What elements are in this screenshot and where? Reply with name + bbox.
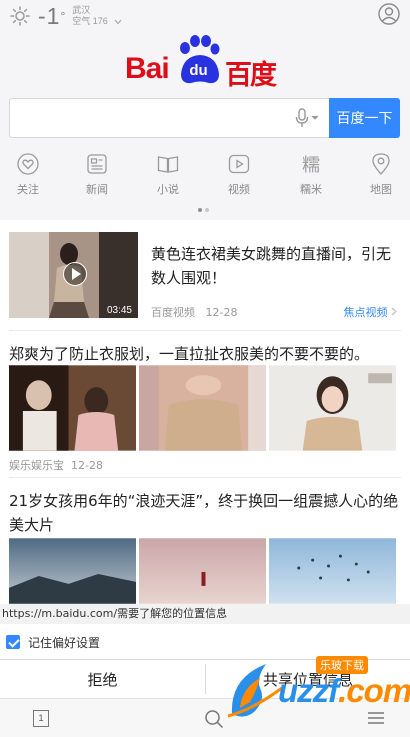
feed-card-title[interactable]: 21岁女孩用6年的“浪迹天涯”，终于换回一组震撼人心的绝美大片 xyxy=(9,489,401,537)
tabs-icon[interactable]: 1 xyxy=(33,710,49,727)
chevron-right-icon xyxy=(391,307,397,316)
feed-card-tag-label: 焦点视频 xyxy=(343,306,388,319)
feed-card-source: 娱乐娱乐宝 xyxy=(9,459,64,472)
book-icon xyxy=(157,156,179,173)
nav-item-follow[interactable]: 关注 xyxy=(2,152,54,200)
aqi-row: 空气 176 xyxy=(72,16,122,27)
nav-label: 糯米 xyxy=(300,183,322,196)
quick-nav: 关注 新闻 小说 视频 糯 糯米 地图 xyxy=(0,152,410,200)
city-label: 武汉 xyxy=(72,5,91,15)
heart-icon xyxy=(17,153,39,175)
feed-card-tag[interactable]: 焦点视频 xyxy=(344,304,398,320)
search-input[interactable] xyxy=(9,98,329,138)
nav-label: 视频 xyxy=(228,183,250,196)
microphone-icon[interactable] xyxy=(292,108,322,128)
video-thumbnail[interactable]: 03:45 xyxy=(9,232,138,318)
feed-image[interactable] xyxy=(139,365,266,451)
feed-card-date: 12-28 xyxy=(71,459,103,472)
nav-label: 关注 xyxy=(17,183,39,196)
search-bar: 百度一下 xyxy=(9,98,400,138)
aqi-label: 空气 176 xyxy=(72,16,108,26)
feed-card-title[interactable]: 黄色连衣裙美女跳舞的直播间，引无数人围观！ xyxy=(151,242,399,290)
divider xyxy=(9,477,401,478)
feed-card-title[interactable]: 郑爽为了防止衣服划，一直拉扯衣服美的不要不要的。 xyxy=(9,342,401,366)
feed-card-meta: 娱乐娱乐宝 12-28 xyxy=(9,457,103,473)
user-icon[interactable] xyxy=(378,3,400,25)
page-dot xyxy=(205,208,209,212)
temperature: -1° xyxy=(38,3,67,29)
remember-label[interactable]: 记住偏好设置 xyxy=(28,634,100,651)
nav-item-news[interactable]: 新闻 xyxy=(71,152,123,200)
search-button[interactable]: 百度一下 xyxy=(329,98,400,138)
nav-label: 地图 xyxy=(370,183,392,196)
weather-meta: 武汉 空气 176 xyxy=(72,5,122,27)
remember-checkbox[interactable] xyxy=(6,635,20,649)
feed-card-meta: 百度视频 12-28 xyxy=(151,304,237,320)
permission-message: https://m.baidu.com/需要了解您的位置信息 xyxy=(0,604,410,624)
feed-card-images[interactable] xyxy=(9,538,399,604)
nav-item-video[interactable]: 视频 xyxy=(213,152,265,200)
divider xyxy=(9,330,401,331)
chevron-down-icon xyxy=(114,19,122,24)
video-duration: 03:45 xyxy=(106,305,132,316)
video-icon xyxy=(228,154,250,174)
news-icon xyxy=(87,154,107,174)
status-header: -1° 武汉 空气 176 xyxy=(0,0,410,34)
nav-item-novel[interactable]: 小说 xyxy=(142,152,194,200)
page-indicator xyxy=(198,208,212,212)
nav-label: 新闻 xyxy=(86,183,108,196)
feed-card-source: 百度视频 xyxy=(151,306,195,319)
site-watermark: 乐玻下载 uzzf.com xyxy=(226,656,410,722)
search-icon[interactable] xyxy=(204,709,224,729)
nav-item-map[interactable]: 地图 xyxy=(355,152,407,200)
degree-symbol: ° xyxy=(60,9,67,23)
watermark-text: uzzf.com xyxy=(278,672,410,709)
map-pin-icon xyxy=(372,153,390,175)
feed-image[interactable] xyxy=(269,365,396,451)
nuomi-icon: 糯 xyxy=(302,155,320,176)
svg-text:糯: 糯 xyxy=(302,155,320,176)
nav-item-nuomi[interactable]: 糯 糯米 xyxy=(285,152,337,200)
feed-image[interactable] xyxy=(9,365,136,451)
feed-image[interactable] xyxy=(9,538,136,604)
feed-card-video[interactable]: 03:45 黄色连衣裙美女跳舞的直播间，引无数人围观！ 百度视频 12-28 焦… xyxy=(9,232,401,320)
logo-text-chinese: 百度 xyxy=(225,60,277,91)
deny-button[interactable]: 拒绝 xyxy=(0,660,205,698)
logo-text-bai: Bai xyxy=(125,52,170,85)
page-dot xyxy=(198,208,202,212)
feed-image[interactable] xyxy=(269,538,396,604)
watermark-logo-icon xyxy=(227,664,283,718)
baidu-logo[interactable]: Bai du 百度 xyxy=(125,34,285,91)
weather-widget[interactable]: -1° 武汉 空气 176 xyxy=(10,3,122,29)
nav-label: 小说 xyxy=(157,183,179,196)
feed-card-images[interactable] xyxy=(9,365,399,451)
feed-card-date: 12-28 xyxy=(205,306,238,319)
play-icon[interactable] xyxy=(63,262,87,286)
search-hero: Bai du 百度 百度一下 关注 新闻 小说 视频 糯 糯米 地图 xyxy=(0,34,410,220)
feed-image[interactable] xyxy=(139,538,266,604)
logo-text-du: du xyxy=(189,62,208,79)
sun-icon xyxy=(10,6,30,26)
